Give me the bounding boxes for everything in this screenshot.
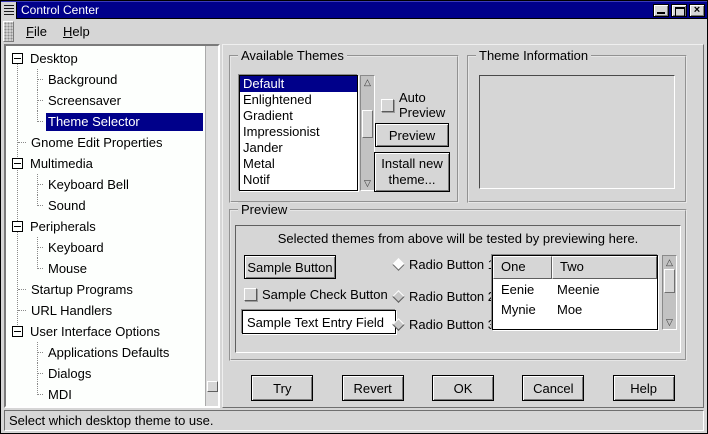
sidebar-item-startup-programs[interactable]: Startup Programs <box>6 279 203 300</box>
sidebar-item-mouse[interactable]: Mouse <box>6 258 203 279</box>
radio-button-3[interactable]: Radio Button 3 <box>394 317 495 332</box>
preview-button[interactable]: Preview <box>375 123 449 147</box>
scroll-down-icon[interactable]: ▽ <box>663 316 676 329</box>
cancel-button[interactable]: Cancel <box>522 375 584 401</box>
scrollbar-thumb[interactable] <box>664 269 675 293</box>
sample-check-label: Sample Check Button <box>262 287 388 302</box>
scroll-down-icon[interactable]: ▽ <box>361 177 374 190</box>
preview-label: Preview <box>238 202 290 217</box>
sidebar-item-peripherals[interactable]: Peripherals <box>6 216 203 237</box>
sidebar-item-theme-selector[interactable]: Theme Selector <box>6 111 203 132</box>
sidebar-item-background[interactable]: Background <box>6 69 203 90</box>
scrollbar-thumb[interactable] <box>362 110 373 138</box>
try-button[interactable]: Try <box>251 375 313 401</box>
menu-help[interactable]: Help <box>57 22 96 41</box>
sidebar-item-keyboard-bell[interactable]: Keyboard Bell <box>6 174 203 195</box>
sidebar-item-gnome-edit-properties[interactable]: Gnome Edit Properties <box>6 132 203 153</box>
sidebar-item-screensaver[interactable]: Screensaver <box>6 90 203 111</box>
menubar-drag-handle[interactable] <box>3 21 14 42</box>
category-tree-panel: Desktop Background Screensaver Theme Sel… <box>4 44 220 408</box>
theme-item-metal[interactable]: Metal <box>240 156 357 172</box>
radio-button-2[interactable]: Radio Button 2 <box>394 289 495 304</box>
sidebar-item-applications-defaults[interactable]: Applications Defaults <box>6 342 203 363</box>
theme-information-label: Theme Information <box>476 48 591 63</box>
sidebar-item-multimedia[interactable]: Multimedia <box>6 153 203 174</box>
radio-selected-icon <box>392 258 405 271</box>
minimize-button[interactable] <box>653 4 669 17</box>
radio-button-1[interactable]: Radio Button 1 <box>394 257 495 272</box>
sample-check-button[interactable]: Sample Check Button <box>244 287 388 302</box>
preview-frame: Preview Selected themes from above will … <box>229 209 687 361</box>
sidebar-item-keyboard[interactable]: Keyboard <box>6 237 203 258</box>
theme-item-impressionist[interactable]: Impressionist <box>240 124 357 140</box>
available-themes-label: Available Themes <box>238 48 347 63</box>
preview-panel: Selected themes from above will be teste… <box>235 225 681 353</box>
theme-item-notif[interactable]: Notif <box>240 172 357 188</box>
preview-instruction: Selected themes from above will be teste… <box>236 231 680 246</box>
scroll-up-icon[interactable]: △ <box>663 256 676 269</box>
auto-preview-label: Auto Preview <box>399 90 457 120</box>
sample-text-entry[interactable] <box>242 310 396 334</box>
theme-list: Default Enlightened Gradient Impressioni… <box>239 75 358 191</box>
window-title: Control Center <box>21 3 99 18</box>
sample-table-scrollbar[interactable]: △ ▽ <box>662 255 677 330</box>
sidebar-item-dialogs[interactable]: Dialogs <box>6 363 203 384</box>
tree-collapse-icon[interactable] <box>12 326 23 337</box>
tree-scrollbar-stepper[interactable] <box>207 381 218 392</box>
sidebar-item-mdi[interactable]: MDI <box>6 384 203 405</box>
sidebar-item-sound[interactable]: Sound <box>6 195 203 216</box>
theme-information-frame: Theme Information <box>467 55 687 203</box>
column-header-two[interactable]: Two <box>552 256 657 279</box>
sample-table: One Two Eenie Meenie Mynie Moe <box>492 255 658 330</box>
theme-item-jander[interactable]: Jander <box>240 140 357 156</box>
table-row[interactable]: Mynie Moe <box>493 299 657 319</box>
titlebar[interactable]: Control Center × <box>1 1 707 19</box>
theme-list-scrollbar[interactable]: △ ▽ <box>360 75 375 191</box>
category-tree: Desktop Background Screensaver Theme Sel… <box>6 48 203 406</box>
theme-item-gradient[interactable]: Gradient <box>240 108 357 124</box>
window-menu-button[interactable] <box>1 2 17 19</box>
auto-preview-checkbox[interactable] <box>381 99 394 112</box>
available-themes-frame: Available Themes Default Enlightened Gra… <box>229 55 459 203</box>
radio-icon <box>392 318 405 331</box>
maximize-button[interactable] <box>671 4 687 17</box>
theme-item-default[interactable]: Default <box>240 76 357 92</box>
sidebar-item-url-handlers[interactable]: URL Handlers <box>6 300 203 321</box>
radio-icon <box>392 290 405 303</box>
sidebar-item-desktop[interactable]: Desktop <box>6 48 203 69</box>
sample-button[interactable]: Sample Button <box>244 255 336 279</box>
sidebar-item-user-interface-options[interactable]: User Interface Options <box>6 321 203 342</box>
revert-button[interactable]: Revert <box>342 375 404 401</box>
close-button[interactable]: × <box>689 4 705 17</box>
tree-collapse-icon[interactable] <box>12 158 23 169</box>
tree-collapse-icon[interactable] <box>12 221 23 232</box>
theme-information-box <box>479 75 675 189</box>
control-center-window: Control Center × File Help Desktop Backg… <box>0 0 708 434</box>
capplet-panel: Available Themes Default Enlightened Gra… <box>222 44 704 408</box>
tree-collapse-icon[interactable] <box>12 53 23 64</box>
scroll-up-icon[interactable]: △ <box>361 76 374 89</box>
menubar: File Help <box>1 19 707 44</box>
tree-scrollbar[interactable] <box>205 46 218 406</box>
table-row[interactable]: Eenie Meenie <box>493 279 657 299</box>
window-menu-icon <box>4 5 14 16</box>
theme-item-enlightened[interactable]: Enlightened <box>240 92 357 108</box>
install-new-theme-button[interactable]: Install new theme... <box>374 152 450 192</box>
column-header-one[interactable]: One <box>493 256 552 279</box>
help-button[interactable]: Help <box>613 375 675 401</box>
status-bar: Select which desktop theme to use. <box>4 410 704 431</box>
ok-button[interactable]: OK <box>432 375 494 401</box>
check-icon <box>244 288 257 301</box>
menu-file[interactable]: File <box>20 22 53 41</box>
action-button-row: Try Revert OK Cancel Help <box>223 375 703 401</box>
